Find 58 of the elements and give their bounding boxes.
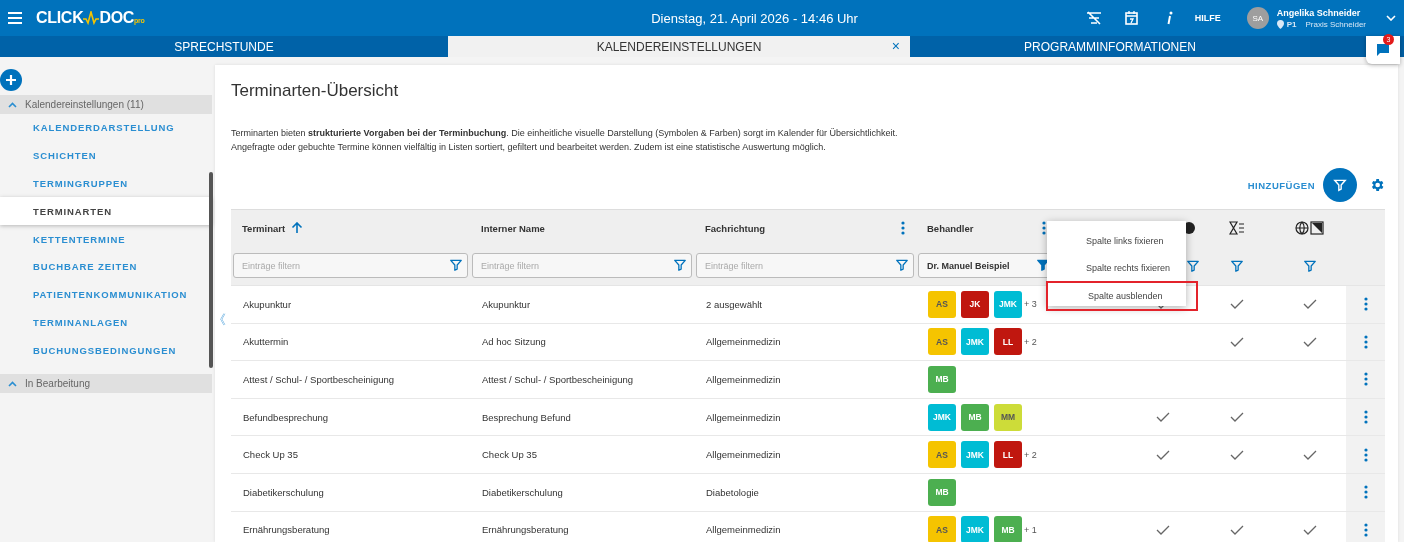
close-icon[interactable]: × (891, 38, 900, 54)
practitioner-badge: AS (928, 290, 956, 318)
date-time: Dienstag, 21. April 2026 - 14:46 Uhr (650, 10, 859, 26)
practitioner-badge: JMK (994, 290, 1022, 318)
tab[interactable]: PROGRAMMINFORMATIONEN (910, 36, 1310, 57)
sidebar-item[interactable]: BUCHUNGSBEDINGUNGEN (0, 336, 212, 365)
add-link[interactable]: HINZUFÜGEN (1247, 179, 1315, 191)
user-name: Angelika Schneider (1276, 7, 1362, 18)
practice-name: Praxis Schneider (1305, 19, 1366, 29)
practitioner-badge: AS (928, 441, 956, 469)
more-count: + 2 (1024, 449, 1037, 460)
more-count: + 2 (1024, 336, 1037, 347)
sidebar-item[interactable]: TERMINANLAGEN (0, 308, 212, 337)
column-header[interactable]: Fachrichtung (705, 222, 766, 234)
sidebar-item[interactable]: PATIENTENKOMMUNIKATION (0, 280, 212, 309)
sidebar-item[interactable]: TERMINARTEN (0, 197, 212, 226)
practitioner-badge: AS (928, 328, 956, 356)
practitioner-badge: JMK (961, 328, 989, 356)
tab[interactable]: SPRECHSTUNDE (0, 36, 448, 57)
column-header[interactable]: Behandler (927, 222, 974, 234)
user-avatar[interactable]: SA (1246, 7, 1269, 29)
practitioner-badge: MB (961, 403, 989, 431)
description-text: Terminarten bieten strukturierte Vorgaben bei der Terminbuchung. Die einheitliche visuelle Darstellung (Symbolen & Farben) sorgt im Kalender für Übersichtlichkeit. (231, 127, 899, 140)
location-code: P1 (1286, 19, 1297, 29)
sidebar-item[interactable]: SCHICHTEN (0, 141, 212, 170)
group-header[interactable]: In Bearbeitung (0, 374, 212, 394)
sidebar-item[interactable]: KETTENTERMINE (0, 225, 212, 253)
tab[interactable]: KALENDEREINSTELLUNGEN × (448, 36, 910, 57)
filter-field[interactable]: Einträge filtern (472, 253, 692, 278)
practitioner-badge: LL (994, 328, 1022, 356)
sidebar-item[interactable]: BUCHBARE ZEITEN (0, 253, 212, 281)
more-count: + 3 (1024, 299, 1037, 310)
column-header[interactable]: Terminart (242, 222, 286, 234)
page-title: Terminarten-Übersicht (231, 81, 400, 102)
sidebar-item[interactable]: KALENDERDARSTELLUNG (0, 114, 212, 142)
practitioner-badge: JMK (928, 403, 956, 431)
more-count: + 1 (1024, 524, 1037, 535)
practitioner-badge: JMK (961, 441, 989, 469)
help-link[interactable]: HILFE (1194, 13, 1221, 23)
practitioner-badge: JMK (961, 516, 989, 542)
filter-field[interactable]: Einträge filtern (233, 253, 468, 278)
practitioner-badge: JK (961, 290, 989, 318)
sidebar-item[interactable]: TERMINGRUPPEN (0, 169, 212, 198)
practitioner-badge: MB (928, 366, 956, 393)
menu-item[interactable]: Spalte links fixieren (1047, 227, 1186, 254)
group-header[interactable]: Kalendereinstellungen (11) (0, 95, 212, 114)
practitioner-badge: AS (928, 516, 956, 542)
menu-item[interactable]: Spalte ausblenden (1046, 281, 1198, 311)
practitioner-badge: MB (994, 516, 1022, 542)
practitioner-badge: MB (928, 478, 956, 506)
group-title: In Bearbeitung (25, 378, 91, 390)
group-title: Kalendereinstellungen (11) (25, 99, 144, 110)
description-text: Angefragte oder gebuchte Termine können vielfältig in Listen sortiert, gefiltert und bearbeitet werden. Zudem ist eine statistische Auswertung möglich. (231, 141, 827, 154)
practitioner-badge: LL (994, 441, 1022, 469)
practitioner-badge: MM (994, 403, 1022, 431)
column-header[interactable]: Interner Name (481, 222, 545, 234)
collapse-icon[interactable]: 《 (213, 311, 226, 329)
filter-field[interactable]: Einträge filtern (696, 253, 914, 278)
